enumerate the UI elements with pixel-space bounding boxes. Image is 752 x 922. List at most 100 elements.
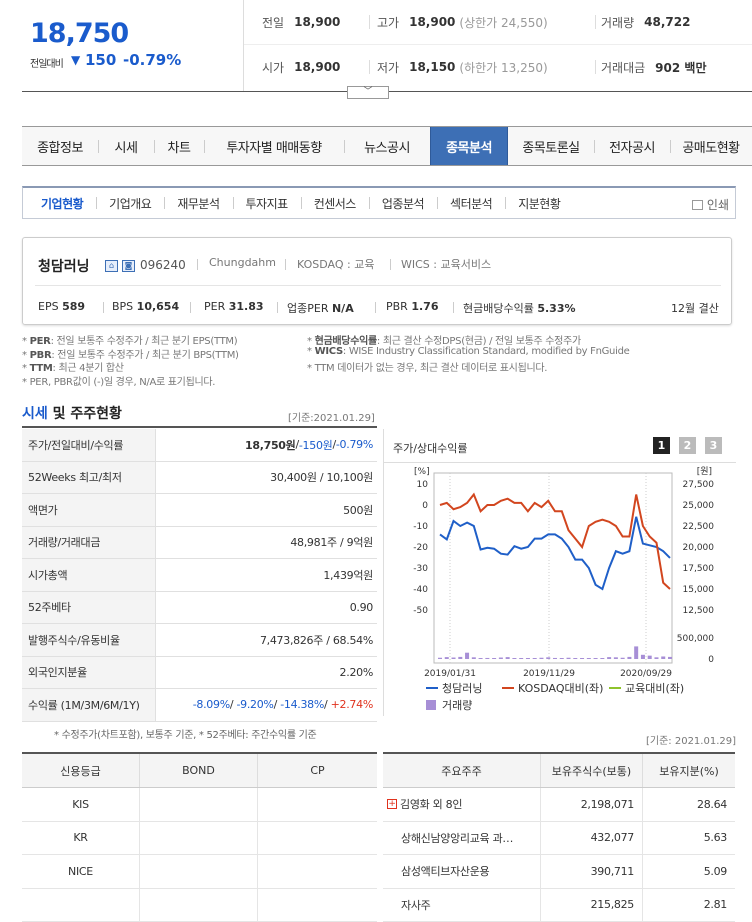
volume-bar [444, 657, 449, 659]
volume-bar [539, 657, 544, 659]
legend-label: 거래량 [442, 699, 472, 712]
expand-icon[interactable]: + [387, 799, 397, 810]
main-tabs: 종합정보 시세 차트 투자자별 매매동향 뉴스공시 종목분석 종목토론실 전자공시 공매도현황 [22, 126, 752, 166]
print-button[interactable]: 인쇄 [691, 196, 729, 213]
volume-bar [546, 657, 551, 659]
holder-percent: 5.09 [703, 864, 728, 878]
table-row: KIS [22, 788, 377, 822]
tab-sub-0[interactable]: 기업현황 [28, 195, 96, 212]
table-row: 액면가 500원 [22, 494, 377, 527]
cp-rating [258, 788, 377, 821]
legend-label: 교육대비(좌) [625, 682, 684, 695]
bps-metric: BPS 10,654 [112, 300, 180, 313]
holder-name: 삼성액티브자산운용 [383, 855, 541, 888]
chart-period-button-2[interactable]: 2 [679, 437, 696, 454]
left-tick-label: 10 [417, 480, 429, 490]
holder-name: 자사주 [383, 888, 541, 921]
ir-icon[interactable]: ◙ [122, 260, 135, 272]
bond-rating [140, 888, 258, 921]
agency: KR [22, 821, 140, 854]
expand-quote-button[interactable]: ﹀ [347, 86, 389, 99]
column-header: 보유지분(%) [659, 764, 719, 778]
divider [285, 259, 286, 270]
holder-name: 상해신남양앙리교육 과… [383, 821, 541, 854]
right-axis-unit: [원] [697, 466, 712, 477]
open-value: 18,900 [294, 60, 341, 74]
volume-bar [451, 657, 456, 659]
note-wics: * WICS: WISE Industry Classification Sta… [307, 346, 630, 357]
divider [453, 302, 454, 313]
tab-main-2[interactable]: 차트 [154, 127, 204, 165]
volume-value: 48,722 [644, 15, 691, 29]
volume-bar [593, 658, 598, 659]
table-row: 시가총액 1,439억원 [22, 559, 377, 592]
chart-period-button-1[interactable]: 1 [653, 437, 670, 454]
stat-value: 500원 [343, 503, 373, 517]
tab-main-3[interactable]: 투자자별 매매동향 [204, 127, 344, 165]
chart-period-button-3[interactable]: 3 [705, 437, 722, 454]
tab-main-8[interactable]: 공매도현황 [670, 127, 752, 165]
stat-value: 7,473,826주 / 68.54% [259, 633, 373, 647]
right-tick-label: 12,500 [683, 606, 715, 616]
table-row: 발행주식수/유동비율 7,473,826주 / 68.54% [22, 624, 377, 657]
prev-close: 전일 18,900 [262, 0, 340, 44]
tab-sub-6[interactable]: 섹터분석 [437, 195, 505, 212]
tab-sub-4[interactable]: 컨센서스 [300, 195, 369, 212]
base-date: [기준:2021.01.29] [288, 413, 375, 424]
stat-value: 1,439억원 [323, 568, 373, 582]
bond-rating [140, 855, 258, 888]
eps-metric: EPS 589 [38, 300, 86, 313]
printer-icon [691, 199, 703, 210]
volume-bar [607, 657, 612, 659]
down-arrow-icon: ▼ [71, 53, 81, 67]
tab-main-7[interactable]: 전자공시 [594, 127, 670, 165]
volume-bar [586, 658, 591, 659]
section-title: 시세 및 주주현황 [22, 406, 122, 422]
tab-sub-5[interactable]: 업종분석 [368, 195, 437, 212]
volume-bar [668, 656, 672, 659]
divider [375, 302, 376, 313]
volume-bar [620, 657, 625, 659]
table-row: 52주베타 0.90 [22, 591, 377, 624]
table-row: NICE [22, 855, 377, 889]
stat-value: 2.20% [339, 665, 374, 679]
volume-bar [654, 657, 659, 659]
tab-sub-3[interactable]: 투자지표 [232, 195, 301, 212]
volume-bar [647, 655, 652, 659]
volume-bar [532, 658, 537, 659]
volume-bar [559, 658, 564, 659]
price-chart-panel: 주가/상대수익률 1 2 3 [%] [원] 10 0 -10 -20 -30 -40 -50 2… [383, 429, 736, 716]
tab-main-6[interactable]: 종목토론실 [508, 127, 594, 165]
company-name[interactable]: 청담러닝 [38, 256, 90, 276]
table-header: 주요주주 보유주식수(보통) 보유지분(%) [383, 754, 735, 788]
tab-sub-1[interactable]: 기업개요 [96, 195, 164, 212]
table-row: 외국인지분율 2.20% [22, 656, 377, 689]
note-ttm-missing: * TTM 데이터가 없는 경우, 최근 결산 데이터로 표시됩니다. [307, 363, 548, 374]
volume-bar [661, 656, 666, 659]
right-tick-label: 25,000 [683, 501, 715, 511]
stat-value: 0.90 [349, 600, 374, 614]
dividend-metric: 현금배당수익률 5.33% [463, 302, 576, 315]
volume-tick-label: 0 [708, 655, 714, 665]
stat-value: 48,981주 / 9억원 [290, 536, 373, 550]
volume-bar [471, 657, 476, 659]
high-value: 18,900 [409, 15, 456, 29]
tab-sub-2[interactable]: 재무분석 [164, 195, 232, 212]
industry-per-metric: 업종PER N/A [287, 302, 354, 315]
volume-bar [613, 657, 618, 659]
volume-bar [600, 658, 605, 659]
tab-main-5[interactable]: 종목분석 [430, 127, 508, 165]
column-header: CP [310, 764, 325, 777]
tab-main-0[interactable]: 종합정보 [22, 127, 98, 165]
tab-sub-7[interactable]: 지분현황 [505, 195, 573, 212]
home-icon[interactable]: ⌂ [105, 260, 118, 272]
stat-label: 52Weeks 최고/최저 [22, 461, 156, 493]
left-tick-label: 0 [422, 501, 428, 511]
stats-footnote: * 수정주가(차트포함), 보통주 기준, * 52주베타: 주간수익률 기준 [54, 730, 317, 741]
current-price: 18,750 [30, 18, 129, 49]
divider [35, 285, 721, 286]
tab-main-4[interactable]: 뉴스공시 [344, 127, 430, 165]
cp-rating [258, 855, 377, 888]
holder-name[interactable]: + 김영화 외 8인 [383, 788, 541, 821]
tab-main-1[interactable]: 시세 [98, 127, 154, 165]
